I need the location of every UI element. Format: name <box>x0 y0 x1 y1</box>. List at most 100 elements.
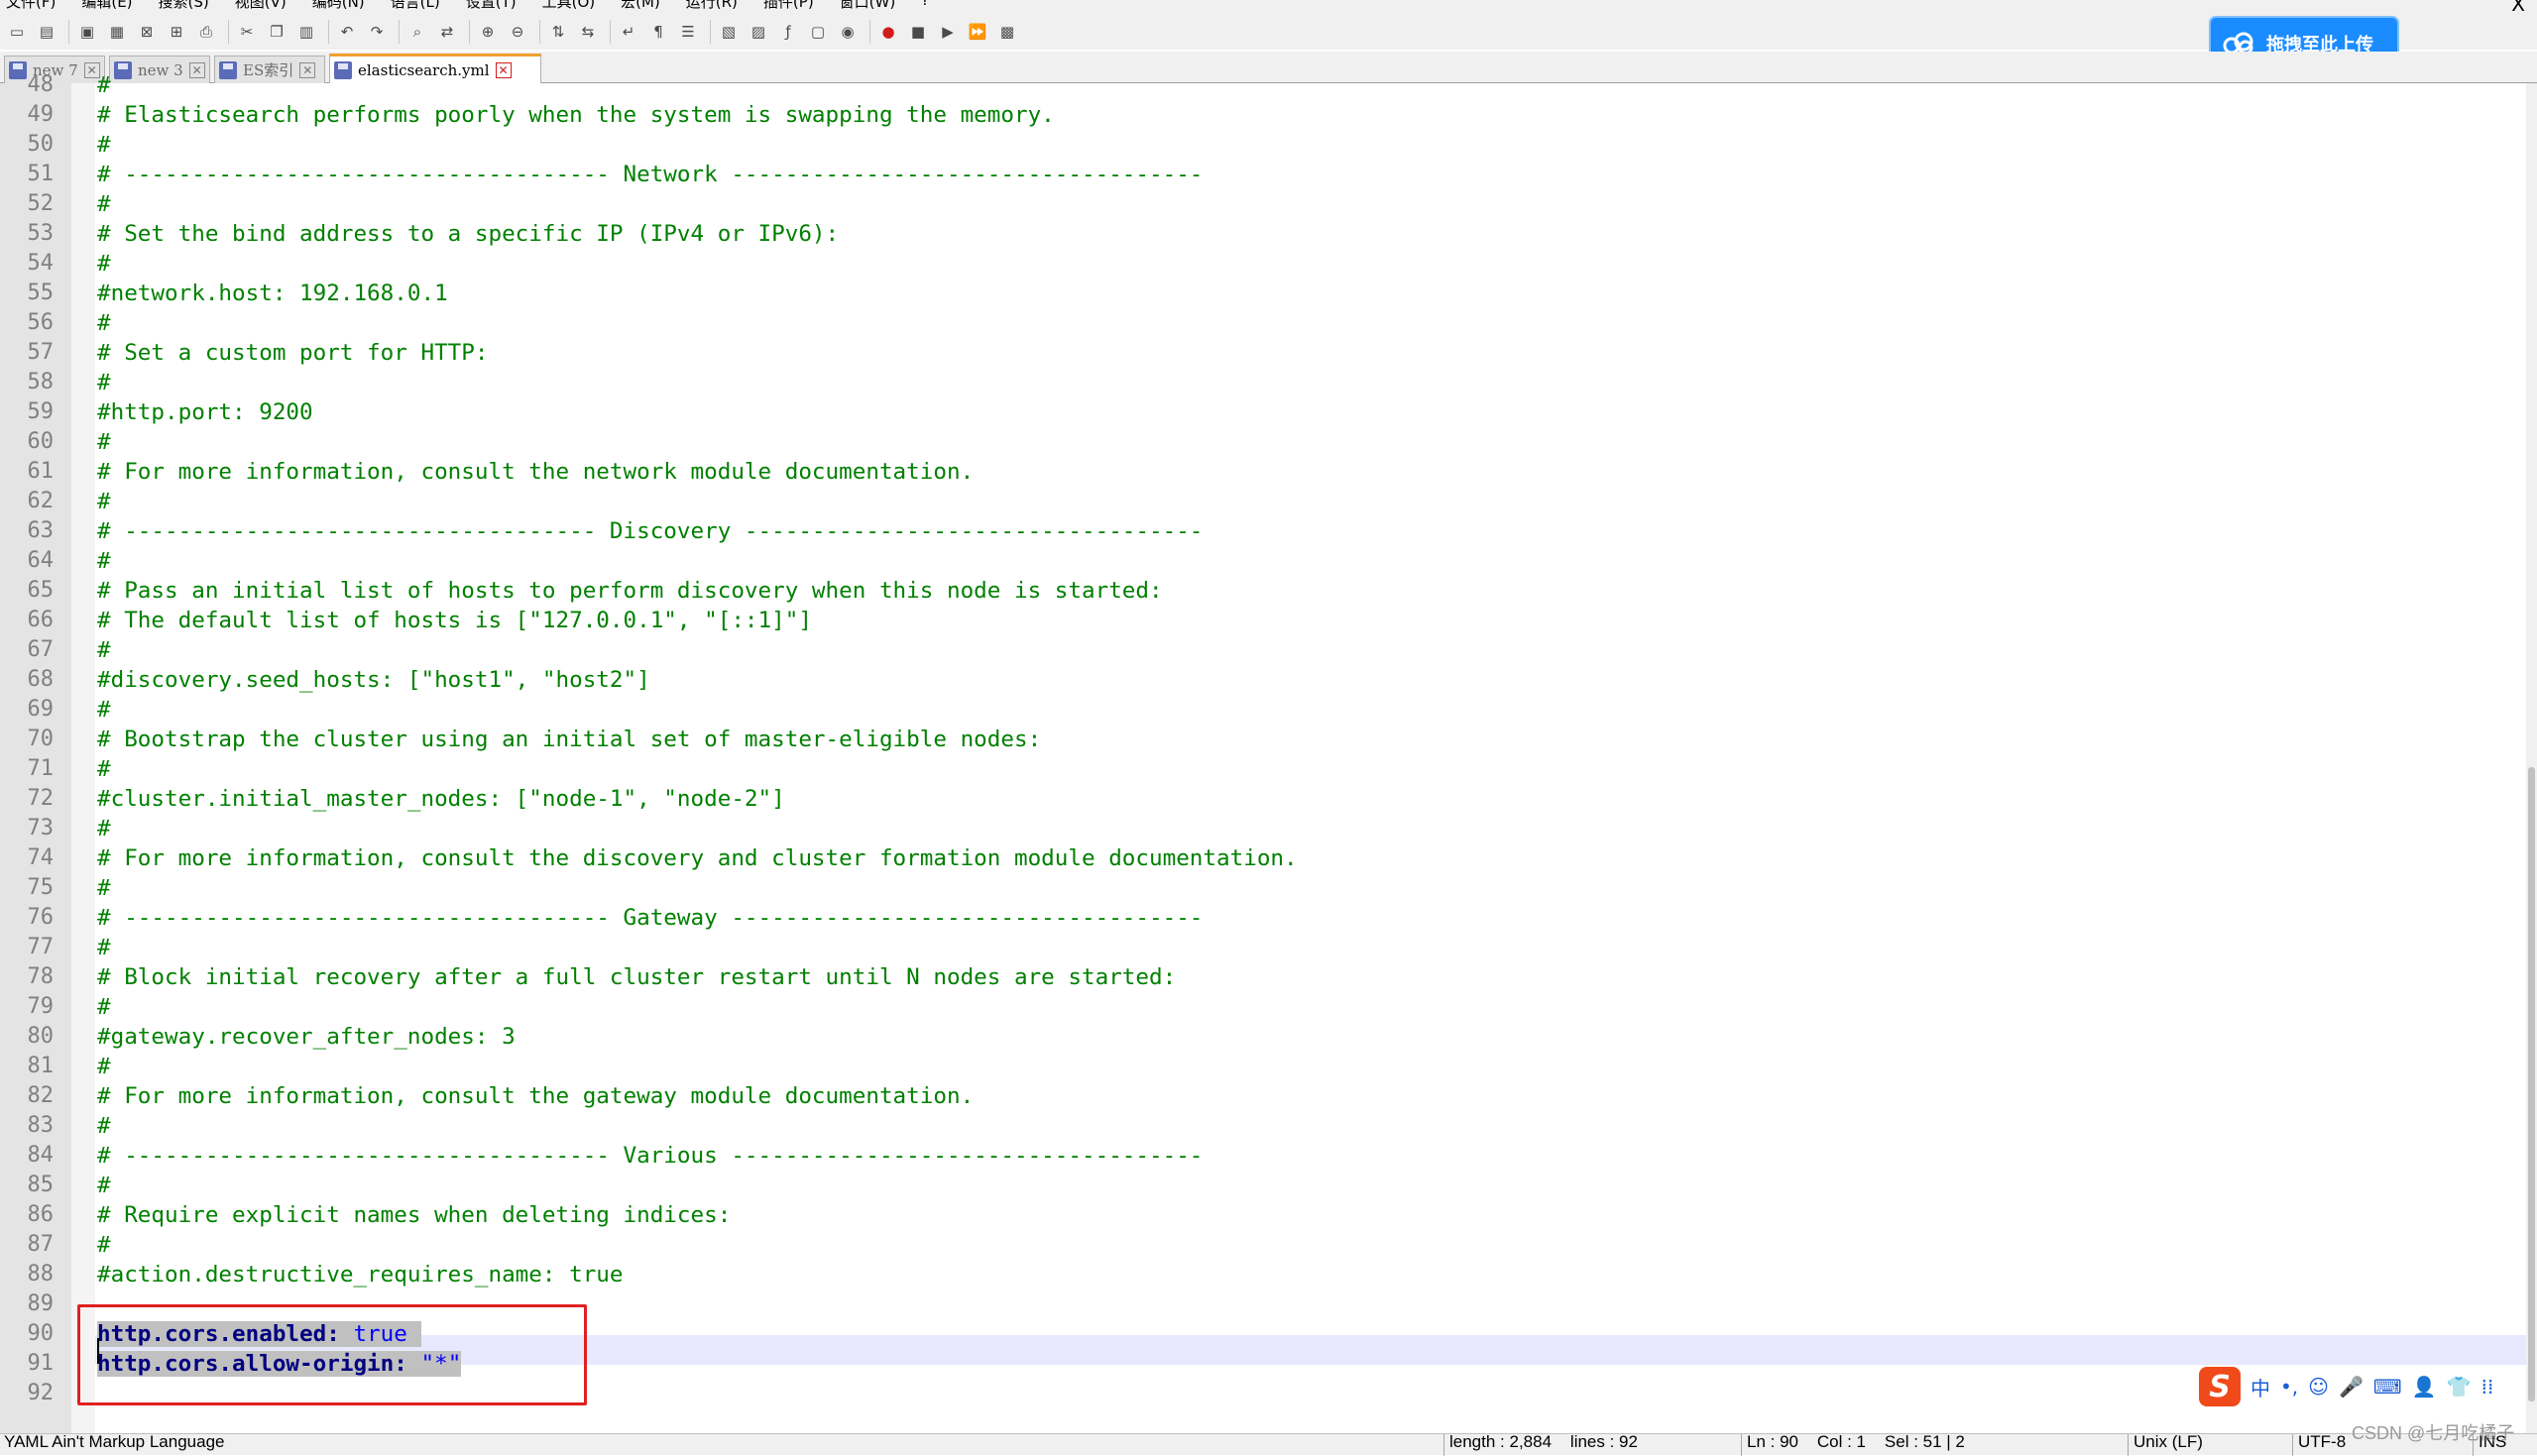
vertical-scrollbar[interactable] <box>2526 83 2537 1433</box>
code-line[interactable]: # ------------------------------------ N… <box>97 160 1203 189</box>
code-line[interactable]: #http.port: 9200 <box>97 397 313 427</box>
code-line[interactable]: # ------------------------------------ G… <box>97 903 1203 933</box>
code-line[interactable]: # <box>97 873 111 903</box>
code-line[interactable]: # ----------------------------------- Di… <box>97 516 1203 546</box>
folder-workspace-icon[interactable]: ▢ <box>805 19 831 45</box>
tab-close-icon[interactable]: ✕ <box>299 61 316 78</box>
undo-icon[interactable]: ↶ <box>334 19 360 45</box>
code-line[interactable]: #gateway.recover_after_nodes: 3 <box>97 1022 516 1052</box>
code-line[interactable]: # <box>97 933 111 962</box>
save-macro-icon[interactable]: ▩ <box>994 19 1020 45</box>
code-line[interactable]: # <box>97 754 111 784</box>
code-editor[interactable]: 48 49 50 51 52 53 54 55 56 57 58 59 60 61 62 63 64 65 66 67… <box>0 72 2526 1433</box>
code-line[interactable]: #cluster.initial_master_nodes: ["node-1"… <box>97 784 785 814</box>
scrollbar-thumb[interactable] <box>2528 767 2535 1401</box>
code-line[interactable]: # <box>97 427 111 457</box>
close-all-icon[interactable]: ⊞ <box>164 19 189 45</box>
save-all-icon[interactable]: ▦ <box>104 19 130 45</box>
zoom-in-icon[interactable]: ⊕ <box>475 19 501 45</box>
cut-icon[interactable]: ✂ <box>234 19 260 45</box>
code-line[interactable]: #network.host: 192.168.0.1 <box>97 279 448 308</box>
menu-item[interactable]: 插件(P) <box>763 0 814 12</box>
code-line[interactable]: # <box>97 189 111 219</box>
code-line[interactable]: # <box>97 130 111 160</box>
code-line[interactable]: # <box>97 635 111 665</box>
code-line[interactable]: # <box>97 1171 111 1200</box>
menu-item[interactable]: 搜索(S) <box>159 0 209 12</box>
tab-elasticsearch-yml[interactable]: elasticsearch.yml ✕ <box>329 54 541 83</box>
code-line[interactable]: #discovery.seed_hosts: ["host1", "host2"… <box>97 665 650 695</box>
menu-item[interactable]: 视图(V) <box>235 0 287 12</box>
redo-icon[interactable]: ↷ <box>364 19 390 45</box>
ime-user-icon[interactable]: 👤 <box>2412 1375 2437 1399</box>
code-line[interactable]: # For more information, consult the gate… <box>97 1081 974 1111</box>
menu-item[interactable]: 设置(T) <box>466 0 517 12</box>
menu-item[interactable]: 宏(M) <box>621 0 660 12</box>
open-file-icon[interactable]: ▤ <box>34 19 59 45</box>
menu-item[interactable]: 编码(N) <box>312 0 365 12</box>
code-line[interactable]: # <box>97 487 111 516</box>
menu-item[interactable]: 编辑(E) <box>81 0 132 12</box>
menu-item[interactable]: 文件(F) <box>6 0 56 12</box>
ime-skin-icon[interactable]: 👕 <box>2447 1375 2472 1399</box>
stop-macro-icon[interactable]: ■ <box>905 19 931 45</box>
code-line[interactable]: # Pass an initial list of hosts to perfo… <box>97 576 1163 606</box>
code-line[interactable]: # <box>97 70 111 100</box>
code-line[interactable]: # For more information, consult the disc… <box>97 843 1298 873</box>
code-line[interactable]: # For more information, consult the netw… <box>97 457 974 487</box>
close-icon[interactable]: ⊠ <box>134 19 160 45</box>
code-line[interactable]: #action.destructive_requires_name: true <box>97 1260 624 1289</box>
code-line[interactable]: # Set the bind address to a specific IP … <box>97 219 839 249</box>
menu-item[interactable]: 语言(L) <box>391 0 440 12</box>
show-all-chars-icon[interactable]: ¶ <box>645 19 671 45</box>
code-line[interactable]: # <box>97 1111 111 1141</box>
sync-v-icon[interactable]: ⇅ <box>545 19 571 45</box>
code-line[interactable]: # Bootstrap the cluster using an initial… <box>97 725 1041 754</box>
code-line[interactable]: # <box>97 992 111 1022</box>
save-icon[interactable]: ▣ <box>74 19 100 45</box>
tab-new-7[interactable]: new 7 ✕ <box>4 56 105 83</box>
window-close-button[interactable]: X <box>2511 0 2525 14</box>
tab-close-icon[interactable]: ✕ <box>495 61 512 78</box>
tab-close-icon[interactable]: ✕ <box>188 61 205 78</box>
sogou-logo-icon[interactable]: S <box>2199 1367 2241 1406</box>
code-line[interactable]: # Block initial recovery after a full cl… <box>97 962 1176 992</box>
menu-item[interactable]: 窗口(W) <box>840 0 896 12</box>
code-line[interactable]: # <box>97 1230 111 1260</box>
record-macro-icon[interactable]: ● <box>875 19 901 45</box>
ime-chinese-mode[interactable]: 中 <box>2250 1373 2270 1401</box>
ime-punctuation-icon[interactable]: •, <box>2280 1375 2298 1399</box>
udl-icon[interactable]: ▧ <box>716 19 742 45</box>
function-list-icon[interactable]: ƒ <box>775 19 801 45</box>
doc-map-icon[interactable]: ▨ <box>746 19 771 45</box>
menu-item[interactable]: ? <box>921 0 929 12</box>
run-macro-multiple-icon[interactable]: ⏩ <box>965 19 990 45</box>
code-line[interactable]: # The default list of hosts is ["127.0.0… <box>97 606 812 635</box>
code-line[interactable]: # <box>97 249 111 279</box>
zoom-out-icon[interactable]: ⊖ <box>505 19 530 45</box>
menu-item[interactable]: 运行(R) <box>686 0 738 12</box>
code-line[interactable]: # Require explicit names when deleting i… <box>97 1200 731 1230</box>
indent-guide-icon[interactable]: ☰ <box>675 19 701 45</box>
print-icon[interactable]: ⎙ <box>193 19 219 45</box>
ime-emoji-icon[interactable]: ☺ <box>2308 1375 2329 1399</box>
copy-icon[interactable]: ❐ <box>264 19 289 45</box>
code-line[interactable]: # ------------------------------------ V… <box>97 1141 1203 1171</box>
find-icon[interactable]: ⌕ <box>404 19 430 45</box>
code-line[interactable]: # Elasticsearch performs poorly when the… <box>97 100 1055 130</box>
new-file-icon[interactable]: ▭ <box>4 19 30 45</box>
code-line[interactable]: # <box>97 308 111 338</box>
code-line[interactable]: # <box>97 368 111 397</box>
ime-keyboard-icon[interactable]: ⌨ <box>2373 1375 2402 1399</box>
code-line[interactable]: # <box>97 695 111 725</box>
play-macro-icon[interactable]: ▶ <box>935 19 961 45</box>
code-line[interactable]: # <box>97 546 111 576</box>
tab-new-3[interactable]: new 3 ✕ <box>109 56 210 83</box>
code-line[interactable]: # <box>97 1052 111 1081</box>
code-line[interactable]: # Set a custom port for HTTP: <box>97 338 488 368</box>
paste-icon[interactable]: ▥ <box>293 19 319 45</box>
menu-item[interactable]: 工具(O) <box>542 0 596 12</box>
code-line[interactable]: # <box>97 814 111 843</box>
ime-menu-icon[interactable]: ⁞⁞ <box>2481 1375 2494 1399</box>
monitor-icon[interactable]: ◉ <box>835 19 861 45</box>
